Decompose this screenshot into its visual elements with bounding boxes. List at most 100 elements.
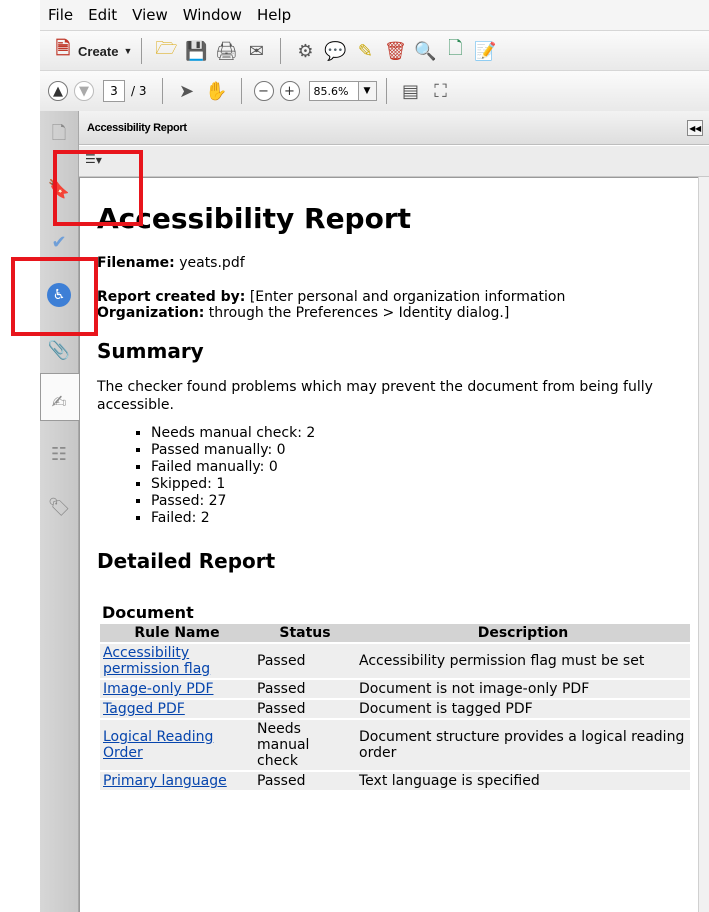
toolbar-separator xyxy=(280,38,282,64)
table-row: Tagged PDF Passed Document is tagged PDF xyxy=(100,700,690,718)
list-item: Passed manually: 0 xyxy=(151,442,697,459)
options-bar: ☰▼ xyxy=(79,146,709,177)
delete-page-icon[interactable]: 🗑 xyxy=(383,39,407,63)
panel-title: Accessibility Report xyxy=(87,121,187,134)
column-header-description: Description xyxy=(356,624,690,642)
order-icon[interactable]: ☷ xyxy=(46,441,72,467)
navigation-pane: 🗋 🔖 ✔ ♿ 📎 ✍ ☷ 🏷 xyxy=(40,111,80,912)
status-cell: Passed xyxy=(254,772,356,790)
list-item: Skipped: 1 xyxy=(151,476,697,493)
create-label: Create xyxy=(78,43,119,59)
menu-bar: File Edit View Window Help xyxy=(40,0,709,30)
table-caption: Document xyxy=(102,603,194,622)
zoom-in-icon[interactable]: + xyxy=(279,81,300,101)
full-screen-icon[interactable]: ⛶ xyxy=(429,79,453,103)
open-folder-icon[interactable]: 🗁 xyxy=(154,38,178,63)
options-menu-button[interactable]: ☰▼ xyxy=(85,152,102,166)
status-cell: Passed xyxy=(254,680,356,698)
menu-view[interactable]: View xyxy=(132,6,168,24)
comment-icon[interactable]: 💬 xyxy=(323,39,347,63)
list-item: Failed manually: 0 xyxy=(151,459,697,476)
gear-icon[interactable]: ⚙ xyxy=(293,39,317,63)
chevron-down-icon: ▼ xyxy=(123,46,133,56)
page-number-input[interactable]: 3 xyxy=(103,80,125,102)
list-item: Failed: 2 xyxy=(151,510,697,527)
page-search-icon[interactable]: 🔍 xyxy=(413,39,437,63)
organization-value: through the Preferences > Identity dialo… xyxy=(208,305,510,321)
previous-page-icon[interactable]: ▲ xyxy=(48,81,68,101)
created-by-label: Report created by: xyxy=(97,289,246,305)
status-cell: Passed xyxy=(254,644,356,678)
created-by-line: Report created by: [Enter personal and o… xyxy=(97,289,697,305)
toolbar-separator xyxy=(240,78,242,104)
menu-window[interactable]: Window xyxy=(183,6,242,24)
tags-icon[interactable]: 🏷 xyxy=(46,494,72,520)
create-pdf-icon: 🗎 xyxy=(55,38,71,58)
collapse-panel-icon[interactable]: ◀◀ xyxy=(687,120,703,136)
filename-value: yeats.pdf xyxy=(179,255,245,271)
page-count: / 3 xyxy=(131,84,147,98)
report-title: Accessibility Report xyxy=(97,202,412,235)
rule-link[interactable]: Primary language xyxy=(103,773,227,789)
table-row: Logical Reading Order Needs manual check… xyxy=(100,720,690,770)
select-cursor-icon[interactable]: ➤ xyxy=(175,79,199,103)
menu-file[interactable]: File xyxy=(48,6,73,24)
table-row: Primary language Passed Text language is… xyxy=(100,772,690,790)
accessibility-report-icon[interactable]: ♿ xyxy=(47,283,71,307)
detailed-report-heading: Detailed Report xyxy=(97,549,276,573)
organization-label: Organization: xyxy=(97,305,205,321)
export-page-icon[interactable]: 🗋 xyxy=(443,38,467,63)
email-icon[interactable]: ✉ xyxy=(244,39,268,63)
rule-link[interactable]: Logical Reading Order xyxy=(103,729,213,761)
organization-line: Organization: through the Preferences > … xyxy=(97,305,697,321)
highlight-text-icon[interactable]: ✎ xyxy=(353,39,377,63)
toolbar-separator xyxy=(161,78,163,104)
attachments-icon[interactable]: 📎 xyxy=(46,337,72,363)
rule-link[interactable]: Tagged PDF xyxy=(103,701,185,717)
rules-table: Rule Name Status Description Accessibili… xyxy=(100,622,690,792)
hand-tool-icon[interactable]: ✋ xyxy=(205,79,229,103)
status-cell: Passed xyxy=(254,700,356,718)
created-by-value: [Enter personal and organization informa… xyxy=(249,289,566,305)
menu-help[interactable]: Help xyxy=(257,6,291,24)
status-cell: Needs manual check xyxy=(254,720,356,770)
list-options-icon: ☰ xyxy=(85,152,96,166)
zoom-out-icon[interactable]: − xyxy=(253,81,274,101)
toolbar-separator xyxy=(385,78,387,104)
signatures-icon[interactable]: ✔ xyxy=(46,229,72,255)
filename-line: Filename: yeats.pdf xyxy=(97,255,697,271)
edit-page-icon[interactable]: 📝 xyxy=(473,39,497,63)
fit-page-icon[interactable]: ▤ xyxy=(399,79,423,103)
description-cell: Document is tagged PDF xyxy=(356,700,690,718)
list-item: Passed: 27 xyxy=(151,493,697,510)
rule-name-cell: Logical Reading Order xyxy=(100,720,254,770)
rule-link[interactable]: Image-only PDF xyxy=(103,681,214,697)
table-row: Accessibility permission flag Passed Acc… xyxy=(100,644,690,678)
save-icon[interactable]: 💾 xyxy=(184,39,208,63)
panel-header: Accessibility Report ◀◀ xyxy=(79,111,709,145)
menu-edit[interactable]: Edit xyxy=(88,6,117,24)
rule-name-cell: Accessibility permission flag xyxy=(100,644,254,678)
zoom-level-field[interactable]: 85.6% xyxy=(308,81,359,101)
rule-link[interactable]: Accessibility permission flag xyxy=(103,645,210,677)
create-button[interactable]: 🗎 Create ▼ xyxy=(48,38,133,63)
description-cell: Document is not image-only PDF xyxy=(356,680,690,698)
next-page-icon[interactable]: ▼ xyxy=(74,81,94,101)
vertical-scrollbar[interactable] xyxy=(698,177,709,912)
filename-label: Filename: xyxy=(97,255,175,271)
table-row: Image-only PDF Passed Document is not im… xyxy=(100,680,690,698)
content-edit-icon[interactable]: ✍ xyxy=(46,389,72,415)
description-cell: Document structure provides a logical re… xyxy=(356,720,690,770)
table-header-row: Rule Name Status Description xyxy=(100,624,690,642)
page-thumbnails-icon[interactable]: 🗋 xyxy=(46,123,72,149)
acrobat-window: File Edit View Window Help 🗎 Create ▼ 🗁 … xyxy=(40,0,709,912)
rule-name-cell: Primary language xyxy=(100,772,254,790)
bookmarks-icon[interactable]: 🔖 xyxy=(46,176,72,202)
toolbar-separator xyxy=(141,38,143,64)
report-content[interactable]: Accessibility Report Filename: yeats.pdf… xyxy=(79,177,700,912)
print-icon[interactable]: 🖨 xyxy=(214,39,238,63)
main-toolbar: 🗎 Create ▼ 🗁 💾 🖨 ✉ ⚙ 💬 ✎ 🗑 🔍 🗋 📝 xyxy=(40,30,709,71)
column-header-rule-name: Rule Name xyxy=(100,624,254,642)
accessibility-report-panel: Accessibility Report ◀◀ ☰▼ Accessibility… xyxy=(79,111,709,912)
zoom-dropdown-icon[interactable]: ▼ xyxy=(358,81,377,101)
